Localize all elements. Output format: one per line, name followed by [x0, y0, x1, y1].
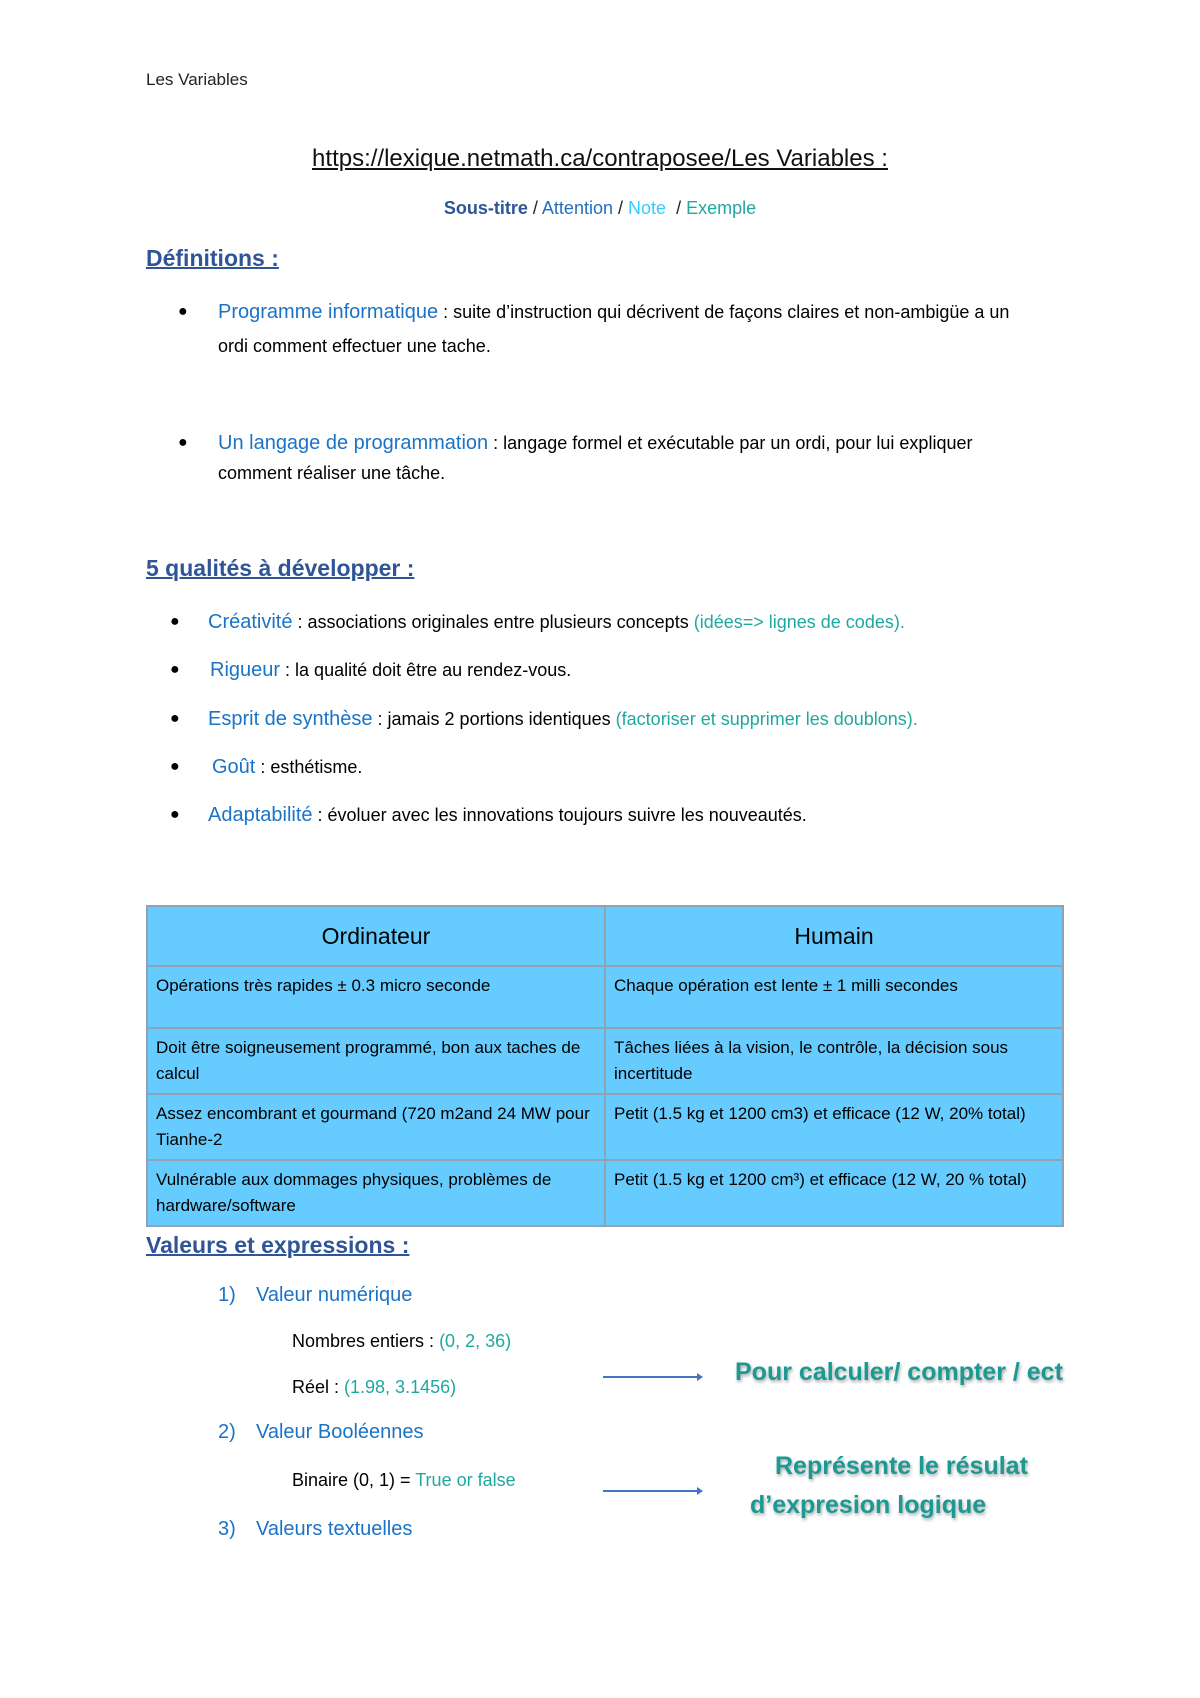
definitions-heading: Définitions :	[146, 245, 279, 271]
column-header-ordinateur: Ordinateur	[146, 905, 606, 967]
bullet-icon: ●	[170, 710, 180, 727]
quality-text: : associations originales entre plusieur…	[292, 612, 694, 632]
page-title[interactable]: https://lexique.netmath.ca/contraposee/L…	[0, 145, 1200, 173]
table-cell: Petit (1.5 kg et 1200 cm3) et efficace (…	[604, 1093, 1064, 1161]
value-label: Réel :	[292, 1377, 345, 1397]
value-example: (1.98, 3.1456)	[344, 1377, 457, 1397]
section-title: Valeurs textuelles	[256, 1518, 413, 1540]
value-section-text: 3) Valeurs textuelles	[218, 1518, 412, 1541]
bullet-icon: ●	[170, 806, 180, 823]
table-cell: Chaque opération est lente ± 1 milli sec…	[604, 965, 1064, 1029]
definition-item: ● Un langage de programmation : langage …	[178, 428, 1018, 488]
quality-term: Adaptabilité	[208, 804, 313, 826]
quality-item: ● Esprit de synthèse : jamais 2 portions…	[170, 702, 1010, 736]
section-number: 2)	[218, 1421, 236, 1443]
quality-term: Rigueur	[210, 659, 281, 681]
section-number: 1)	[218, 1284, 236, 1306]
bullet-icon: ●	[178, 303, 188, 320]
boolean-note-line1: Représente le résulat	[775, 1452, 1028, 1480]
table-cell: Opérations très rapides ± 0.3 micro seco…	[146, 965, 606, 1029]
quality-item: ● Goût : esthétisme.	[170, 750, 1010, 784]
table-cell: Tâches liées à la vision, le contrôle, l…	[604, 1027, 1064, 1095]
quality-term: Goût	[212, 756, 256, 778]
table-cell: Assez encombrant et gourmand (720 m2and …	[146, 1093, 606, 1161]
column-header-humain: Humain	[604, 905, 1064, 967]
section-title: Valeur numérique	[256, 1284, 413, 1306]
running-header: Les Variables	[146, 70, 248, 89]
value-line: Réel : (1.98, 3.1456)	[292, 1377, 456, 1398]
quality-text: : jamais 2 portions identiques	[372, 709, 616, 729]
definition-item: ● Programme informatique : suite d’instr…	[178, 295, 1018, 363]
definition-term: Un langage de programmation	[218, 432, 489, 454]
quality-text: : la qualité doit être au rendez-vous.	[280, 660, 572, 680]
section-title: Valeur Booléennes	[256, 1421, 424, 1443]
quality-term: Esprit de synthèse	[208, 708, 373, 730]
quality-term: Créativité	[208, 611, 293, 633]
value-label: Binaire (0, 1) =	[292, 1470, 416, 1490]
legend-separator: /	[676, 198, 682, 218]
value-label: Nombres entiers :	[292, 1331, 440, 1351]
table-row: Opérations très rapides ± 0.3 micro seco…	[146, 965, 1064, 1029]
table-row: Doit être soigneusement programmé, bon a…	[146, 1027, 1064, 1095]
table-row: Assez encombrant et gourmand (720 m2and …	[146, 1093, 1064, 1161]
bullet-icon: ●	[170, 661, 180, 678]
quality-example: (factoriser et supprimer les doublons).	[615, 709, 918, 729]
legend-separator: /	[618, 198, 624, 218]
arrow-right-icon	[603, 1373, 703, 1381]
table-cell: Petit (1.5 kg et 1200 cm³) et efficace (…	[604, 1159, 1064, 1227]
legend-attention: Attention	[541, 198, 613, 218]
boolean-note-line2: d’expresion logique	[750, 1491, 987, 1519]
bullet-icon: ●	[170, 758, 180, 775]
quality-text: : esthétisme.	[255, 757, 363, 777]
qualities-heading: 5 qualités à développer :	[146, 555, 415, 581]
value-line: Nombres entiers : (0, 2, 36)	[292, 1331, 511, 1352]
numeric-note: Pour calculer/ compter / ect	[735, 1358, 1063, 1386]
value-example: True or false	[415, 1470, 516, 1490]
legend-note: Note	[628, 198, 667, 218]
bullet-icon: ●	[170, 613, 180, 630]
style-legend: Sous-titre / Attention / Note / Exemple	[0, 198, 1200, 219]
arrow-right-icon	[603, 1487, 703, 1495]
legend-subtitle: Sous-titre	[443, 198, 528, 218]
table-row: Vulnérable aux dommages physiques, probl…	[146, 1159, 1064, 1227]
quality-item: ● Adaptabilité : évoluer avec les innova…	[170, 798, 1010, 832]
legend-separator: /	[532, 198, 538, 218]
values-heading: Valeurs et expressions :	[146, 1232, 410, 1258]
bullet-icon: ●	[178, 434, 188, 451]
quality-example: (idées=> lignes de codes).	[693, 612, 905, 632]
definition-term: Programme informatique	[218, 301, 439, 323]
table-cell: Vulnérable aux dommages physiques, probl…	[146, 1159, 606, 1227]
quality-item: ● Créativité : associations originales e…	[170, 605, 1010, 639]
value-section-numeric: 1) Valeur numérique	[218, 1284, 412, 1307]
value-example: (0, 2, 36)	[439, 1331, 512, 1351]
value-line: Binaire (0, 1) = True or false	[292, 1470, 516, 1491]
table-header-row: Ordinateur Humain	[146, 905, 1064, 967]
value-section-boolean: 2) Valeur Booléennes	[218, 1421, 424, 1444]
section-number: 3)	[218, 1518, 236, 1540]
legend-example: Exemple	[686, 198, 757, 218]
table-cell: Doit être soigneusement programmé, bon a…	[146, 1027, 606, 1095]
comparison-table: Ordinateur Humain Opérations très rapide…	[146, 905, 1064, 1227]
quality-item: ● Rigueur : la qualité doit être au rend…	[170, 653, 1010, 687]
quality-text: : évoluer avec les innovations toujours …	[312, 805, 807, 825]
